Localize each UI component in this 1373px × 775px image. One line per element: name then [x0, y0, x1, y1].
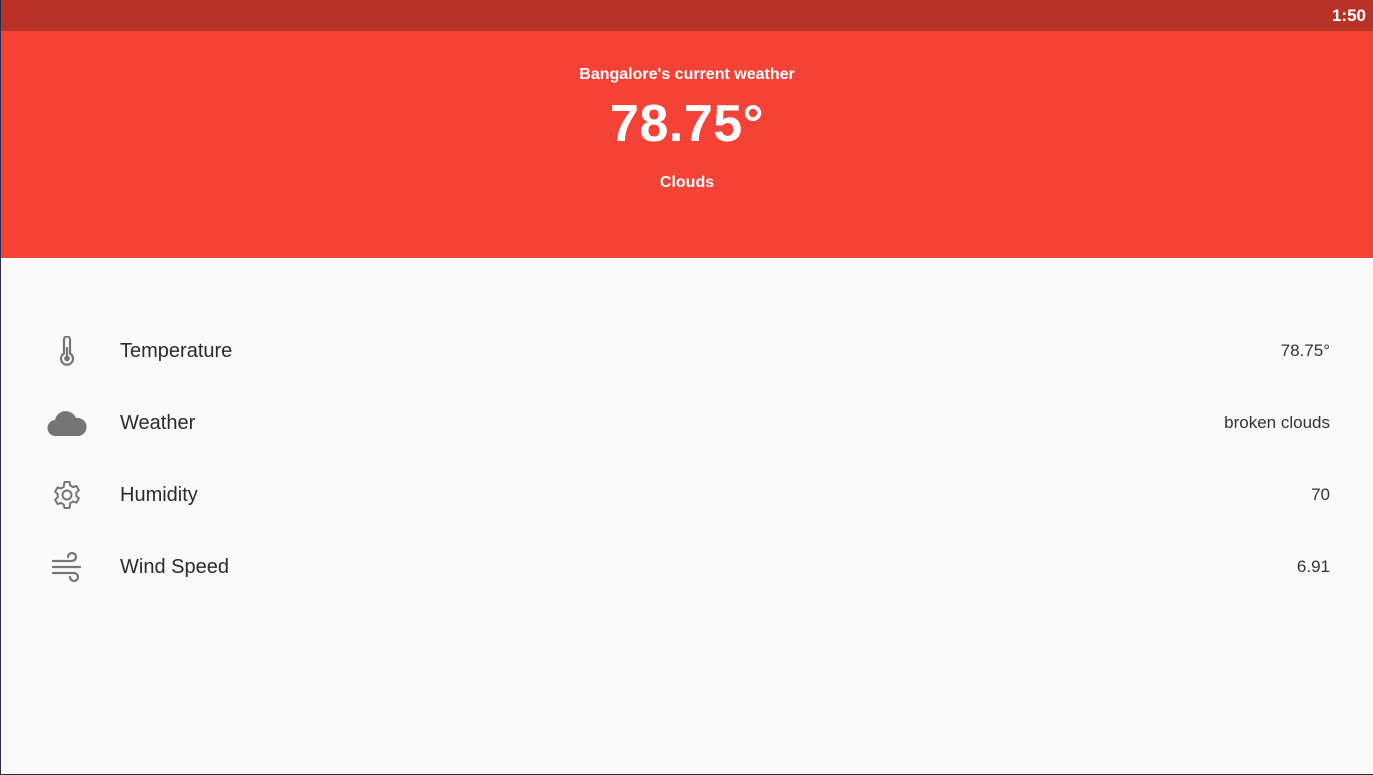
list-item-weather: Weather broken clouds [1, 387, 1373, 459]
cloud-icon [45, 405, 89, 441]
weather-value: broken clouds [1224, 413, 1330, 432]
wind-speed-label: Wind Speed [120, 555, 229, 578]
weather-header: Bangalore's current weather 78.75° Cloud… [1, 31, 1373, 258]
weather-label: Weather [120, 411, 196, 434]
temperature-value: 78.75° [1280, 341, 1330, 360]
header-description: Clouds [659, 174, 715, 191]
humidity-label: Humidity [120, 483, 198, 506]
header-title: Bangalore's current weather [579, 66, 795, 83]
wind-speed-value: 6.91 [1296, 557, 1330, 576]
status-bar: 1:50 [1, 0, 1373, 31]
thermometer-icon [45, 333, 89, 369]
list-item-wind-speed: Wind Speed 6.91 [1, 531, 1373, 603]
status-time: 1:50 [1331, 5, 1366, 25]
temperature-label: Temperature [120, 339, 233, 362]
list-item-temperature: Temperature 78.75° [1, 315, 1373, 387]
wind-icon [45, 549, 89, 585]
gear-icon [45, 477, 89, 513]
list-item-humidity: Humidity 70 [1, 459, 1373, 531]
header-temperature: 78.75° [610, 95, 764, 153]
weather-details-list: Temperature 78.75° Weather broken clouds… [1, 315, 1373, 603]
humidity-value: 70 [1311, 485, 1330, 504]
app-window: 1:50 Bangalore's current weather 78.75° … [0, 0, 1373, 775]
